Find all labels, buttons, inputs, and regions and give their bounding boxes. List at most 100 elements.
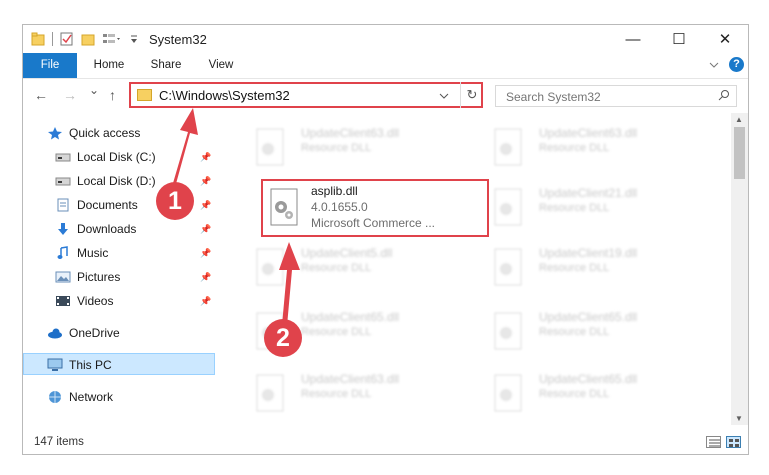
drive-icon bbox=[55, 177, 71, 186]
address-bar[interactable]: C:\Windows\System32 ↻ bbox=[129, 82, 483, 108]
sidebar-item-documents[interactable]: Documents bbox=[55, 194, 138, 216]
scroll-down-arrow-icon[interactable]: ▼ bbox=[735, 414, 743, 423]
sidebar-item-network[interactable]: Network bbox=[47, 386, 113, 408]
view-options-icon[interactable] bbox=[102, 32, 122, 46]
file-list: UpdateClient63.dll Resource DLL UpdateCl… bbox=[233, 117, 733, 423]
sidebar-item-label: Local Disk (D:) bbox=[77, 174, 156, 188]
list-item[interactable]: UpdateClient65.dll Resource DLL bbox=[481, 305, 701, 361]
maximize-button[interactable]: ☐ bbox=[656, 25, 702, 53]
search-box[interactable] bbox=[495, 85, 737, 107]
tab-home[interactable]: Home bbox=[81, 53, 137, 78]
sidebar-item-label: Downloads bbox=[77, 222, 137, 236]
close-button[interactable]: ✕ bbox=[702, 25, 748, 53]
list-item[interactable]: UpdateClient65.dll Resource DLL bbox=[481, 367, 701, 423]
dll-file-icon bbox=[494, 188, 522, 226]
tiles-view-icon[interactable] bbox=[726, 436, 741, 448]
customize-toolbar-icon[interactable] bbox=[129, 32, 139, 46]
quick-access-toolbar bbox=[31, 32, 139, 46]
list-item[interactable]: UpdateClient19.dll Resource DLL bbox=[481, 241, 701, 297]
list-item[interactable]: UpdateClient21.dll Resource DLL bbox=[481, 181, 701, 237]
sidebar-item-this-pc[interactable]: This PC bbox=[47, 354, 112, 376]
pin-icon[interactable]: 📌 bbox=[200, 248, 211, 259]
refresh-button[interactable]: ↻ bbox=[460, 82, 483, 108]
scrollbar-thumb[interactable] bbox=[734, 127, 745, 179]
sidebar-item-videos[interactable]: Videos bbox=[55, 290, 113, 312]
folder-icon bbox=[31, 32, 45, 46]
tab-view[interactable]: View bbox=[195, 53, 247, 78]
up-button[interactable]: ↑ bbox=[109, 87, 116, 103]
pin-icon[interactable]: 📌 bbox=[200, 176, 211, 187]
pin-icon[interactable]: 📌 bbox=[200, 296, 211, 307]
refresh-icon: ↻ bbox=[466, 87, 478, 102]
list-item[interactable]: UpdateClient63.dll Resource DLL bbox=[481, 121, 701, 177]
explorer-window: System32 — ☐ ✕ File Home Share View ? ← … bbox=[22, 24, 749, 455]
pin-icon[interactable]: 📌 bbox=[200, 224, 211, 235]
dll-file-icon bbox=[494, 312, 522, 350]
chevron-down-icon[interactable] bbox=[709, 61, 719, 69]
address-path[interactable]: C:\Windows\System32 bbox=[159, 88, 290, 103]
network-icon bbox=[49, 391, 61, 403]
file-asplib-dll[interactable]: asplib.dll 4.0.1655.0 Microsoft Commerce… bbox=[261, 179, 489, 237]
help-button[interactable]: ? bbox=[729, 57, 744, 72]
sidebar-item-label: This PC bbox=[69, 358, 112, 372]
minimize-button[interactable]: — bbox=[610, 25, 656, 53]
folder-icon bbox=[137, 89, 152, 101]
title-bar: System32 — ☐ ✕ bbox=[23, 25, 748, 53]
pin-icon[interactable]: 📌 bbox=[200, 152, 211, 163]
download-icon bbox=[58, 223, 68, 235]
navigation-pane: Quick access Local Disk (C:) Local Disk … bbox=[23, 117, 218, 423]
sidebar-item-label: OneDrive bbox=[69, 326, 120, 340]
step-badge-1: 1 bbox=[156, 182, 194, 220]
sidebar-item-label: Videos bbox=[77, 294, 114, 308]
sidebar-item-local-disk-c[interactable]: Local Disk (C:) bbox=[55, 146, 156, 168]
sidebar-item-label: Quick access bbox=[69, 126, 141, 140]
dll-file-icon bbox=[494, 128, 522, 166]
dll-file-icon bbox=[256, 248, 284, 286]
sidebar-item-pictures[interactable]: Pictures bbox=[55, 266, 120, 288]
list-item[interactable]: UpdateClient63.dll Resource DLL bbox=[243, 121, 463, 177]
sidebar-item-music[interactable]: Music bbox=[55, 242, 108, 264]
new-folder-icon[interactable] bbox=[81, 32, 95, 46]
sidebar-item-label: Pictures bbox=[77, 270, 121, 284]
star-icon bbox=[48, 127, 62, 140]
dll-file-icon bbox=[494, 248, 522, 286]
search-icon[interactable] bbox=[718, 89, 730, 101]
tab-file[interactable]: File bbox=[23, 53, 77, 78]
computer-icon bbox=[47, 358, 63, 371]
forward-button[interactable]: → bbox=[63, 87, 77, 103]
file-company: Microsoft Commerce ... bbox=[311, 216, 436, 230]
sidebar-item-label: Music bbox=[77, 246, 109, 260]
status-bar: 147 items bbox=[23, 431, 748, 454]
properties-icon[interactable] bbox=[60, 32, 74, 46]
view-switcher bbox=[706, 436, 741, 448]
step-badge-2: 2 bbox=[264, 319, 302, 357]
sidebar-item-label: Network bbox=[69, 390, 114, 404]
search-input[interactable] bbox=[504, 89, 708, 105]
recent-locations-button[interactable]: ⌄ bbox=[89, 83, 99, 97]
documents-icon bbox=[57, 198, 69, 212]
file-name: asplib.dll bbox=[311, 184, 358, 198]
sidebar-item-label: Local Disk (C:) bbox=[77, 150, 156, 164]
sidebar-item-quick-access[interactable]: Quick access bbox=[47, 122, 140, 144]
ribbon-right-controls: ? bbox=[709, 57, 744, 72]
music-icon bbox=[57, 246, 68, 259]
videos-icon bbox=[56, 296, 70, 306]
gear-file-icon bbox=[270, 188, 298, 226]
pin-icon[interactable]: 📌 bbox=[200, 272, 211, 283]
ribbon-bar: File Home Share View ? bbox=[23, 53, 748, 79]
list-item[interactable]: UpdateClient63.dll Resource DLL bbox=[243, 367, 463, 423]
back-button[interactable]: ← bbox=[34, 87, 48, 103]
details-view-icon[interactable] bbox=[706, 436, 721, 448]
vertical-scrollbar[interactable]: ▲ ▼ bbox=[731, 113, 748, 425]
chevron-down-icon[interactable] bbox=[439, 89, 449, 103]
pin-icon[interactable]: 📌 bbox=[200, 200, 211, 211]
sidebar-item-local-disk-d[interactable]: Local Disk (D:) bbox=[55, 170, 156, 192]
dll-file-icon bbox=[256, 374, 284, 412]
sidebar-item-onedrive[interactable]: OneDrive bbox=[47, 322, 120, 344]
drive-icon bbox=[55, 153, 71, 162]
tab-share[interactable]: Share bbox=[139, 53, 193, 78]
list-item[interactable]: UpdateClient5.dll Resource DLL bbox=[243, 241, 463, 297]
sidebar-item-downloads[interactable]: Downloads bbox=[55, 218, 136, 240]
dll-file-icon bbox=[494, 374, 522, 412]
scroll-up-arrow-icon[interactable]: ▲ bbox=[735, 115, 743, 124]
